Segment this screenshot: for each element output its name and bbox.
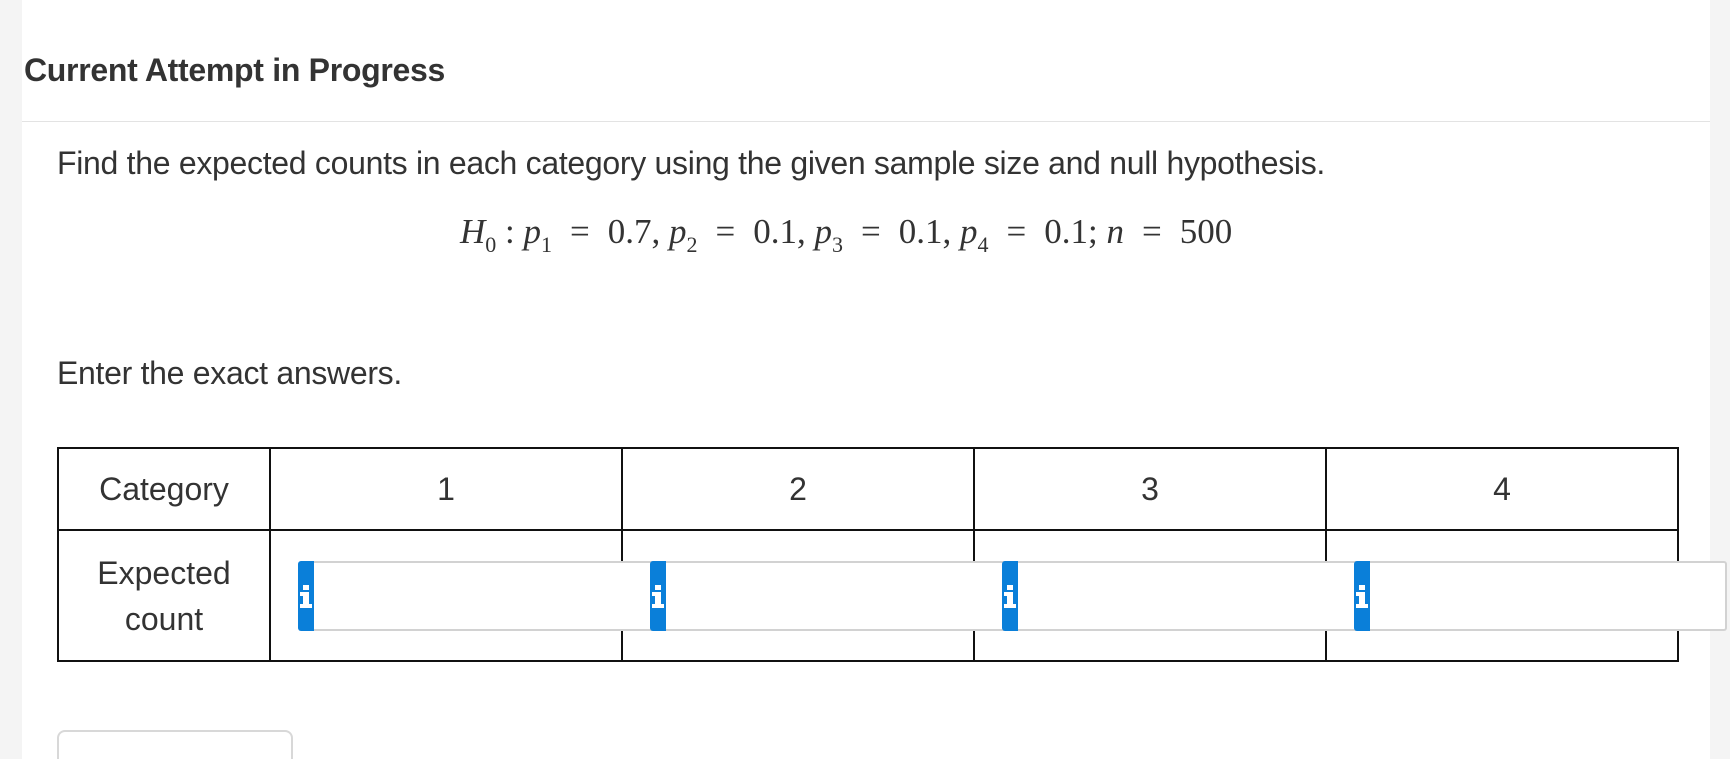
- expected-count-input-1[interactable]: [314, 560, 671, 631]
- category-4: 4: [1325, 447, 1679, 531]
- expected-count-row: Expected count: [57, 529, 1727, 662]
- expected-count-input-2[interactable]: [666, 560, 1023, 631]
- p3-value: 0.1: [898, 212, 943, 251]
- answer-group-4: [1354, 560, 1727, 631]
- p1-symbol: p: [523, 212, 542, 251]
- category-2: 2: [621, 447, 975, 531]
- answer-cell-2: [621, 529, 1023, 662]
- attempt-title: Current Attempt in Progress: [24, 52, 445, 88]
- answer-group-1: [298, 560, 671, 631]
- info-icon[interactable]: [1002, 560, 1018, 631]
- p4-value: 0.1: [1044, 212, 1089, 251]
- expected-count-label-line1: Expected: [97, 554, 231, 591]
- hypothesis-formula: H0 : p1 = 0.7, p2 = 0.1, p3 = 0.1, p4 = 0.1; n = 5…: [460, 212, 1233, 257]
- p2-value: 0.1: [753, 212, 798, 251]
- bottom-button-partial[interactable]: [57, 730, 293, 759]
- answer-group-2: [650, 560, 1023, 631]
- answer-group-3: [1002, 560, 1375, 631]
- n-symbol: n: [1106, 212, 1125, 251]
- p1-value: 0.7: [607, 212, 652, 251]
- p2-symbol: p: [669, 212, 687, 251]
- info-icon[interactable]: [298, 560, 314, 631]
- info-icon[interactable]: [650, 560, 666, 631]
- expected-count-input-3[interactable]: [1018, 560, 1375, 631]
- expected-count-label: Expected count: [57, 529, 271, 662]
- hypothesis-subscript: 0: [485, 232, 497, 257]
- answer-note: Enter the exact answers.: [57, 355, 402, 391]
- p3-symbol: p: [814, 212, 833, 251]
- answer-cell-1: [269, 529, 671, 662]
- expected-count-input-4[interactable]: [1370, 560, 1727, 631]
- expected-count-table: Category 1 2 3 4 Expected count: [57, 447, 1727, 662]
- question-instructions: Find the expected counts in each categor…: [57, 145, 1326, 181]
- n-value: 500: [1179, 212, 1233, 251]
- category-header-row: Category 1 2 3 4: [57, 447, 1679, 531]
- category-1: 1: [269, 447, 623, 531]
- divider: [22, 121, 1710, 122]
- expected-count-label-line2: count: [124, 600, 204, 637]
- answer-cell-4: [1325, 529, 1727, 662]
- hypothesis-symbol: H: [460, 212, 486, 251]
- p4-symbol: p: [960, 212, 978, 251]
- answer-cell-3: [973, 529, 1375, 662]
- category-3: 3: [973, 447, 1327, 531]
- info-icon[interactable]: [1354, 560, 1370, 631]
- category-label: Category: [57, 447, 271, 531]
